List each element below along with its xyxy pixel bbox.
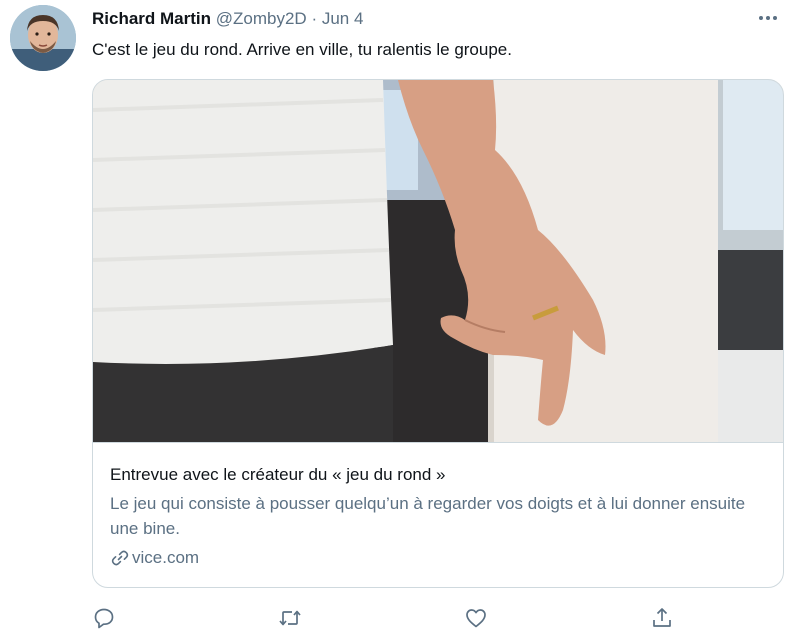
card-domain: vice.com — [110, 548, 199, 568]
card-description: Le jeu qui consiste à pousser quelqu’un … — [110, 494, 746, 538]
link-card[interactable]: Entrevue avec le créateur du « jeu du ro… — [92, 79, 784, 588]
tweet-header: Richard Martin @Zomby2D · Jun 4 — [92, 9, 363, 29]
reply-icon[interactable] — [92, 606, 120, 634]
avatar-image — [10, 5, 76, 71]
retweet-icon[interactable] — [278, 606, 306, 634]
card-image — [93, 80, 783, 442]
share-icon[interactable] — [650, 606, 678, 634]
like-icon[interactable] — [464, 606, 492, 634]
card-domain-text: vice.com — [132, 548, 200, 567]
card-title: Entrevue avec le créateur du « jeu du ro… — [110, 465, 446, 484]
avatar[interactable] — [10, 5, 76, 71]
link-icon — [111, 550, 129, 566]
meta-separator: · — [306, 9, 322, 28]
author-name[interactable]: Richard Martin — [92, 9, 211, 28]
card-body: Entrevue avec le créateur du « jeu du ro… — [93, 442, 783, 587]
tweet-actions — [92, 606, 784, 634]
tweet-text: C'est le jeu du rond. Arrive en ville, t… — [92, 40, 512, 59]
author-handle[interactable]: @Zomby2D — [216, 9, 307, 28]
tweet-date[interactable]: Jun 4 — [322, 9, 364, 28]
more-horizontal-icon[interactable] — [752, 6, 784, 30]
